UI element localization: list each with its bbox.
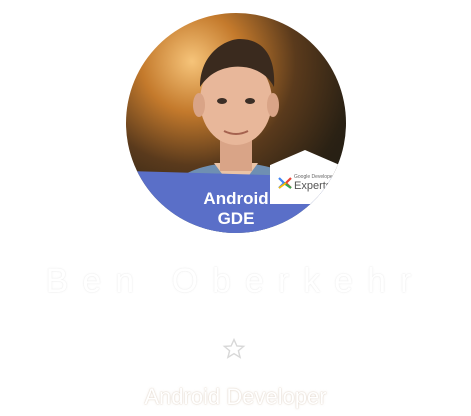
star-outline-icon[interactable] bbox=[222, 337, 246, 361]
badge-line2: GDE bbox=[217, 209, 255, 228]
avatar: Android GDE Google Developers Experts bbox=[126, 13, 346, 233]
experts-label: Experts bbox=[294, 180, 332, 192]
gde-logo-icon bbox=[278, 177, 292, 189]
profile-name: Ben Oberkehr bbox=[45, 262, 426, 300]
profile-role: Android Developer bbox=[144, 384, 327, 409]
